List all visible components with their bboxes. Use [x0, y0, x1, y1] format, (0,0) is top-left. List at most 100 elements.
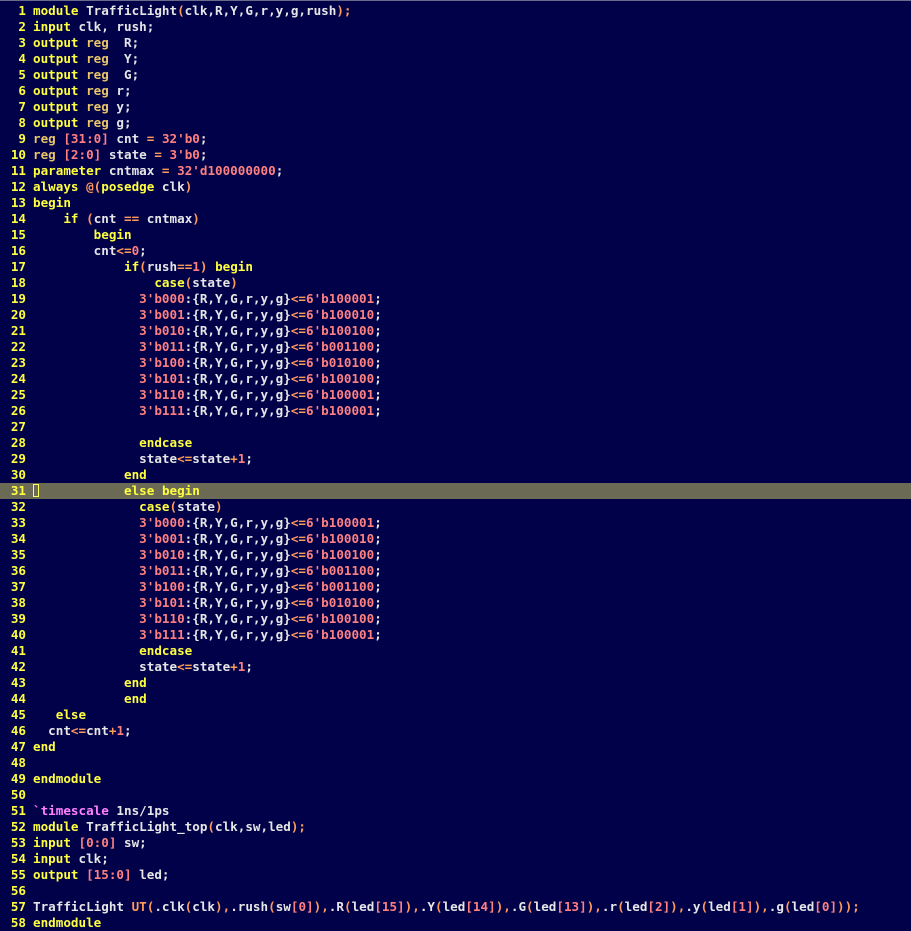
code-token: endmodule [33, 915, 102, 930]
line-code: else begin [33, 483, 200, 499]
code-token: == [124, 211, 140, 226]
code-line[interactable]: 52 module TrafficLight_top(clk,sw,led); [0, 819, 911, 835]
line-code: end [33, 691, 147, 707]
line-code: output reg Y; [33, 51, 139, 67]
code-token: <= [290, 339, 306, 354]
code-line[interactable]: 36 3'b011:{R,Y,G,r,y,g}<=6'b001100; [0, 563, 911, 579]
code-line[interactable]: 50 [0, 787, 911, 803]
code-line[interactable]: 45 else [0, 707, 911, 723]
code-line[interactable]: 49 endmodule [0, 771, 911, 787]
code-line[interactable]: 42 state<=state+1; [0, 659, 911, 675]
code-line[interactable]: 29 state<=state+1; [0, 451, 911, 467]
code-token: module [33, 819, 79, 834]
code-line[interactable]: 13 begin [0, 195, 911, 211]
line-code: endmodule [33, 771, 101, 787]
code-line[interactable]: 46 cnt<=cnt+1; [0, 723, 911, 739]
line-number: 37 [10, 579, 26, 594]
code-line[interactable]: 22 3'b011:{R,Y,G,r,y,g}<=6'b001100; [0, 339, 911, 355]
line-number: 38 [10, 595, 26, 610]
code-line[interactable]: 15 begin [0, 227, 911, 243]
code-line[interactable]: 34 3'b001:{R,Y,G,r,y,g}<=6'b100010; [0, 531, 911, 547]
code-token: 6'b010100 [305, 595, 375, 610]
code-line[interactable]: 43 end [0, 675, 911, 691]
code-line[interactable]: 38 3'b101:{R,Y,G,r,y,g}<=6'b010100; [0, 595, 911, 611]
code-token: state [101, 147, 155, 162]
code-line[interactable]: 8 output reg g; [0, 115, 911, 131]
code-line[interactable]: 44 end [0, 691, 911, 707]
line-code: module TrafficLight(clk,R,Y,G,r,y,g,rush… [33, 3, 352, 19]
code-line[interactable]: 30 end [0, 467, 911, 483]
line-code: case(state) [33, 275, 237, 291]
code-line[interactable]: 10 reg [2:0] state = 3'b0; [0, 147, 911, 163]
code-line[interactable]: 17 if(rush==1) begin [0, 259, 911, 275]
code-token: [2] [647, 899, 671, 914]
code-line[interactable]: 9 reg [31:0] cnt = 32'b0; [0, 131, 911, 147]
code-line[interactable]: 16 cnt<=0; [0, 243, 911, 259]
code-line[interactable]: 4 output reg Y; [0, 51, 911, 67]
code-token: `timescale [33, 803, 109, 818]
code-line[interactable]: 54 input clk; [0, 851, 911, 867]
line-number: 34 [10, 531, 26, 546]
code-line[interactable]: 25 3'b110:{R,Y,G,r,y,g}<=6'b100001; [0, 387, 911, 403]
code-line[interactable]: 53 input [0:0] sw; [0, 835, 911, 851]
code-token: ( [139, 259, 147, 274]
code-line[interactable]: 32 case(state) [0, 499, 911, 515]
code-line[interactable]: 35 3'b010:{R,Y,G,r,y,g}<=6'b100100; [0, 547, 911, 563]
code-line[interactable]: 57 TrafficLight UT(.clk(clk),.rush(sw[0])… [0, 899, 911, 915]
code-token: [0] [290, 899, 314, 914]
line-code: end [33, 467, 147, 483]
code-line[interactable]: 40 3'b111:{R,Y,G,r,y,g}<=6'b100001; [0, 627, 911, 643]
code-line[interactable]: 26 3'b111:{R,Y,G,r,y,g}<=6'b100001; [0, 403, 911, 419]
code-line[interactable]: 51 `timescale 1ns/1ps [0, 803, 911, 819]
code-line[interactable]: 56 [0, 883, 911, 899]
code-token: .rush [230, 899, 269, 914]
code-line[interactable]: 11 parameter cntmax = 32'd100000000; [0, 163, 911, 179]
code-line[interactable]: 47 end [0, 739, 911, 755]
code-line[interactable]: 37 3'b100:{R,Y,G,r,y,g}<=6'b001100; [0, 579, 911, 595]
code-line[interactable]: 28 endcase [0, 435, 911, 451]
code-line[interactable]: 20 3'b001:{R,Y,G,r,y,g}<=6'b100010; [0, 307, 911, 323]
code-line[interactable]: 2 input clk, rush; [0, 19, 911, 35]
code-line[interactable]: 12 always @(posedge clk) [0, 179, 911, 195]
code-line[interactable]: 5 output reg G; [0, 67, 911, 83]
code-line[interactable]: 27 [0, 419, 911, 435]
code-token: ; [139, 243, 147, 258]
code-line[interactable]: 48 [0, 755, 911, 771]
code-line[interactable]: 1 module TrafficLight(clk,R,Y,G,r,y,g,rus… [0, 3, 911, 19]
code-line[interactable]: 18 case(state) [0, 275, 911, 291]
code-token: [15:0] [86, 867, 132, 882]
code-line[interactable]: 7 output reg y; [0, 99, 911, 115]
code-token: )); [837, 899, 860, 914]
code-editor[interactable]: 1 module TrafficLight(clk,R,Y,G,r,y,g,rus… [0, 0, 911, 931]
code-token: reg [86, 115, 109, 130]
line-number: 19 [10, 291, 26, 306]
code-token: [1] [730, 899, 754, 914]
code-line[interactable]: 33 3'b000:{R,Y,G,r,y,g}<=6'b100001; [0, 515, 911, 531]
code-token: g; [108, 115, 132, 130]
line-number: 12 [10, 179, 26, 194]
code-line[interactable]: 3 output reg R; [0, 35, 911, 51]
code-line[interactable]: 55 output [15:0] led; [0, 867, 911, 883]
code-line[interactable]: 19 3'b000:{R,Y,G,r,y,g}<=6'b100001; [0, 291, 911, 307]
code-line[interactable]: 14 if (cnt == cntmax) [0, 211, 911, 227]
code-token: endcase [139, 643, 193, 658]
code-token: ; [374, 547, 382, 562]
code-line[interactable]: 21 3'b010:{R,Y,G,r,y,g}<=6'b100100; [0, 323, 911, 339]
code-token: case [154, 275, 185, 290]
code-line[interactable]: 23 3'b100:{R,Y,G,r,y,g}<=6'b010100; [0, 355, 911, 371]
code-line[interactable]: 24 3'b101:{R,Y,G,r,y,g}<=6'b100100; [0, 371, 911, 387]
line-code: 3'b100:{R,Y,G,r,y,g}<=6'b010100; [33, 355, 382, 371]
code-line[interactable]: 58 endmodule [0, 915, 911, 931]
code-token: = [161, 163, 170, 178]
code-line[interactable]: 39 3'b110:{R,Y,G,r,y,g}<=6'b100100; [0, 611, 911, 627]
code-line[interactable]: 6 output reg r; [0, 83, 911, 99]
code-line[interactable]: 31 else begin [0, 483, 911, 499]
code-line[interactable]: 41 endcase [0, 643, 911, 659]
code-token: .y [685, 899, 701, 914]
line-number: 26 [10, 403, 26, 418]
code-token: cnt [93, 211, 125, 226]
